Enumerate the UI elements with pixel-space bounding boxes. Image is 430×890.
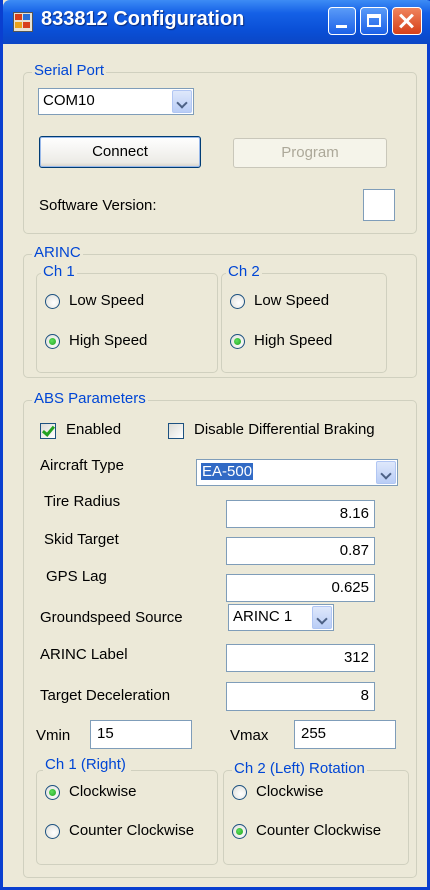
arinc-ch2-low-speed-label[interactable]: Low Speed bbox=[254, 292, 329, 309]
arinc-ch2-low-speed-radio[interactable] bbox=[230, 294, 245, 309]
serial-port-group: Serial Port COM10 Connect Program Softwa… bbox=[23, 62, 417, 234]
minimize-button[interactable] bbox=[328, 7, 356, 35]
aircraft-type-dropdown[interactable]: EA-500 bbox=[196, 459, 398, 486]
ch2-clockwise-radio[interactable] bbox=[232, 785, 247, 800]
abs-enabled-checkbox[interactable] bbox=[40, 423, 56, 439]
maximize-button[interactable] bbox=[360, 7, 388, 35]
arinc-ch2-legend: Ch 2 bbox=[226, 263, 262, 280]
ch1-rotation-group: Ch 1 (Right) Rotation Clockwise Counter … bbox=[36, 758, 218, 865]
vmax-value: 255 bbox=[301, 725, 327, 742]
abs-parameters-legend: ABS Parameters bbox=[32, 390, 148, 407]
tire-radius-value: 8.16 bbox=[339, 505, 369, 522]
disable-differential-braking-label[interactable]: Disable Differential Braking bbox=[194, 421, 375, 438]
vmax-input[interactable]: 255 bbox=[294, 720, 396, 749]
ch1-counter-clockwise-radio[interactable] bbox=[45, 824, 60, 839]
window-title: 833812 Configuration bbox=[41, 8, 245, 30]
serial-port-dropdown[interactable]: COM10 bbox=[38, 88, 194, 115]
vmax-label: Vmax bbox=[230, 727, 269, 744]
abs-parameters-group: ABS Parameters Enabled Disable Different… bbox=[23, 390, 417, 878]
vmin-value: 15 bbox=[97, 725, 114, 742]
ch1-rotation-legend: Ch 1 (Right) Rotation bbox=[43, 758, 131, 772]
software-version-label: Software Version: bbox=[39, 197, 157, 214]
ch1-counter-clockwise-label[interactable]: Counter Clockwise bbox=[69, 822, 194, 839]
ch2-clockwise-label[interactable]: Clockwise bbox=[256, 783, 324, 800]
connect-button[interactable]: Connect bbox=[39, 136, 201, 168]
close-button[interactable] bbox=[392, 7, 422, 35]
chevron-down-icon[interactable] bbox=[376, 461, 396, 484]
arinc-ch2-group: Ch 2 Low Speed High Speed bbox=[221, 263, 387, 373]
ch2-counter-clockwise-radio[interactable] bbox=[232, 824, 247, 839]
software-version-value bbox=[363, 189, 395, 221]
arinc-ch1-high-speed-radio[interactable] bbox=[45, 334, 60, 349]
gps-lag-label: GPS Lag bbox=[46, 568, 107, 585]
groundspeed-source-dropdown[interactable]: ARINC 1 bbox=[228, 604, 334, 631]
arinc-ch1-legend: Ch 1 bbox=[41, 263, 77, 280]
vmin-input[interactable]: 15 bbox=[90, 720, 192, 749]
groundspeed-source-value: ARINC 1 bbox=[233, 608, 293, 625]
vmin-label: Vmin bbox=[36, 727, 71, 744]
skid-target-input[interactable]: 0.87 bbox=[226, 537, 375, 565]
aircraft-type-label: Aircraft Type bbox=[40, 457, 124, 474]
target-deceleration-value: 8 bbox=[360, 687, 369, 704]
minimize-icon bbox=[336, 25, 347, 28]
program-button[interactable]: Program bbox=[233, 138, 387, 168]
close-icon bbox=[393, 8, 421, 34]
arinc-ch1-low-speed-radio[interactable] bbox=[45, 294, 60, 309]
arinc-ch1-group: Ch 1 Low Speed High Speed bbox=[36, 263, 218, 373]
arinc-label-input[interactable]: 312 bbox=[226, 644, 375, 672]
ch2-rotation-legend: Ch 2 (Left) Rotation bbox=[232, 760, 367, 777]
app-grid-icon[interactable] bbox=[13, 12, 33, 32]
arinc-ch1-low-speed-label[interactable]: Low Speed bbox=[69, 292, 144, 309]
ch2-counter-clockwise-label[interactable]: Counter Clockwise bbox=[256, 822, 381, 839]
disable-differential-braking-checkbox[interactable] bbox=[168, 423, 184, 439]
ch1-clockwise-label[interactable]: Clockwise bbox=[69, 783, 137, 800]
gps-lag-value: 0.625 bbox=[331, 579, 369, 596]
arinc-legend: ARINC bbox=[32, 244, 83, 261]
target-deceleration-input[interactable]: 8 bbox=[226, 682, 375, 711]
groundspeed-source-label: Groundspeed Source bbox=[40, 609, 183, 626]
maximize-icon bbox=[367, 14, 381, 27]
chevron-down-icon[interactable] bbox=[172, 90, 192, 113]
serial-port-value: COM10 bbox=[43, 92, 95, 109]
arinc-group: ARINC Ch 1 Low Speed High Speed Ch 2 Low… bbox=[23, 244, 417, 378]
arinc-label-label: ARINC Label bbox=[40, 646, 128, 663]
arinc-ch2-high-speed-label[interactable]: High Speed bbox=[254, 332, 332, 349]
target-deceleration-label: Target Deceleration bbox=[40, 687, 171, 704]
tire-radius-input[interactable]: 8.16 bbox=[226, 500, 375, 528]
abs-enabled-label[interactable]: Enabled bbox=[66, 421, 121, 438]
arinc-label-value: 312 bbox=[343, 649, 369, 666]
skid-target-value: 0.87 bbox=[339, 542, 369, 559]
gps-lag-input[interactable]: 0.625 bbox=[226, 574, 375, 602]
tire-radius-label: Tire Radius bbox=[44, 493, 121, 510]
chevron-down-icon[interactable] bbox=[312, 606, 332, 629]
ch1-clockwise-radio[interactable] bbox=[45, 785, 60, 800]
configuration-window: 833812 Configuration Serial Port COM10 C… bbox=[0, 0, 430, 890]
aircraft-type-value: EA-500 bbox=[201, 463, 254, 480]
skid-target-label: Skid Target bbox=[44, 531, 119, 548]
title-bar[interactable]: 833812 Configuration bbox=[3, 0, 430, 44]
ch2-rotation-group: Ch 2 (Left) Rotation Clockwise Counter C… bbox=[223, 760, 409, 865]
arinc-ch1-high-speed-label[interactable]: High Speed bbox=[69, 332, 147, 349]
arinc-ch2-high-speed-radio[interactable] bbox=[230, 334, 245, 349]
serial-port-legend: Serial Port bbox=[32, 62, 107, 79]
